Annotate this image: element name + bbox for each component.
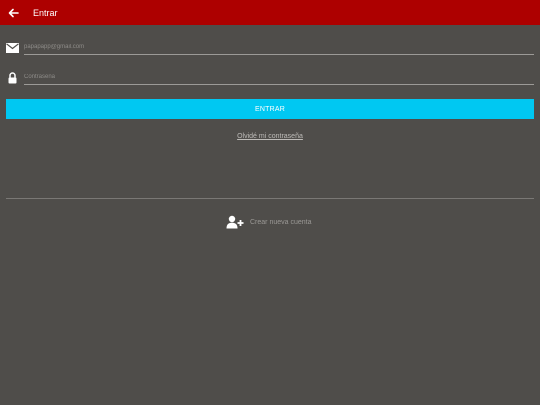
password-field-row: [6, 70, 534, 86]
envelope-icon: [6, 43, 19, 53]
email-field-row: [6, 40, 534, 56]
forgot-password-link[interactable]: Olvidé mi contraseña: [0, 133, 540, 140]
lock-icon: [8, 72, 17, 84]
app-bar: Entrar: [0, 0, 540, 25]
divider: [6, 198, 534, 199]
user-plus-icon: [226, 215, 244, 229]
email-input[interactable]: [24, 40, 534, 55]
password-input[interactable]: [24, 70, 534, 85]
arrow-left-icon: [8, 8, 19, 17]
page-title: Entrar: [33, 7, 58, 18]
login-button[interactable]: ENTRAR: [6, 99, 534, 119]
create-account-button[interactable]: Crear nueva cuenta: [226, 214, 311, 230]
back-button[interactable]: [0, 0, 26, 25]
create-account-label: Crear nueva cuenta: [250, 218, 312, 226]
